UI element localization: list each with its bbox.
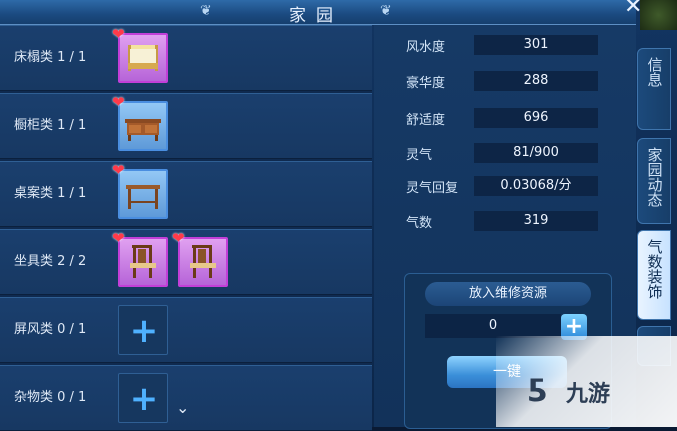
stat-value: 81/900 — [474, 143, 598, 163]
chair-icon — [130, 245, 156, 278]
stat-label: 灵气回复 — [406, 181, 459, 196]
scenery-tree — [640, 0, 677, 30]
stat-value: 696 — [474, 108, 598, 128]
stat-value: 301 — [474, 35, 598, 55]
empty-furniture-slot[interactable]: + — [118, 373, 168, 423]
category-label: 屏风类 0 / 1 — [14, 322, 87, 337]
tab-label: 家园动态 — [645, 147, 664, 207]
stat-label: 风水度 — [406, 40, 446, 55]
ornament-left-icon: ❦ — [200, 3, 212, 19]
category-label: 床榻类 1 / 1 — [14, 50, 87, 65]
watermark-text: 九游 — [566, 382, 611, 407]
window-title: 家园 — [289, 6, 343, 26]
plus-icon: + — [129, 311, 159, 351]
category-row-screen[interactable]: 屏风类 0 / 1 + — [0, 297, 372, 363]
category-label: 坐具类 2 / 2 — [14, 254, 87, 269]
nine-game-logo-icon: ƽ — [528, 368, 548, 403]
chevron-down-icon[interactable]: ⌄ — [176, 398, 189, 417]
stat-label: 灵气 — [406, 148, 433, 163]
stat-value: 319 — [474, 211, 598, 231]
tab-label: 信息 — [645, 57, 664, 87]
category-row-seat[interactable]: 坐具类 2 / 2 ❤ ❤ — [0, 229, 372, 295]
title-bar: ❦ 家园 ❦ — [0, 0, 636, 26]
furniture-slot[interactable]: ❤ — [112, 161, 168, 219]
ornament-right-icon: ❦ — [380, 3, 392, 19]
furniture-slot[interactable]: ❤ — [112, 93, 168, 151]
furniture-slot[interactable]: ❤ — [172, 229, 228, 287]
furniture-slot[interactable]: ❤ — [112, 25, 168, 83]
tab-fortune-decor[interactable]: 气数装饰 — [637, 230, 671, 320]
furniture-slot[interactable]: ❤ — [112, 229, 168, 287]
tab-homestead-news[interactable]: 家园动态 — [637, 138, 671, 224]
chair-icon — [190, 245, 216, 278]
stat-label: 舒适度 — [406, 113, 446, 128]
stat-value: 0.03068/分 — [474, 176, 598, 196]
stat-value: 288 — [474, 71, 598, 91]
category-label: 杂物类 0 / 1 — [14, 390, 87, 405]
repair-title: 放入维修资源 — [425, 282, 591, 306]
empty-furniture-slot[interactable]: + — [118, 305, 168, 355]
cabinet-icon — [125, 119, 161, 141]
table-icon — [126, 185, 160, 209]
stat-label: 气数 — [406, 216, 433, 231]
category-row-cabinet[interactable]: 橱柜类 1 / 1 ❤ — [0, 93, 372, 159]
furniture-category-list[interactable]: 床榻类 1 / 1 ❤ 橱柜类 1 / 1 ❤ 桌案类 1 / 1 ❤ 坐具类 … — [0, 25, 372, 431]
homestead-window: ❦ 家园 ❦ ✕ 床榻类 1 / 1 ❤ 橱柜类 1 / 1 ❤ 桌案类 1 /… — [0, 0, 677, 431]
bed-icon — [128, 45, 158, 71]
stat-label: 豪华度 — [406, 76, 446, 91]
repair-amount-field[interactable]: 0 — [425, 314, 561, 338]
tab-info[interactable]: 信息 — [637, 48, 671, 130]
category-label: 桌案类 1 / 1 — [14, 186, 87, 201]
tab-label: 气数装饰 — [645, 239, 664, 299]
category-label: 橱柜类 1 / 1 — [14, 118, 87, 133]
category-row-desk[interactable]: 桌案类 1 / 1 ❤ — [0, 161, 372, 227]
plus-icon: + — [129, 379, 159, 419]
category-row-bed[interactable]: 床榻类 1 / 1 ❤ — [0, 25, 372, 91]
